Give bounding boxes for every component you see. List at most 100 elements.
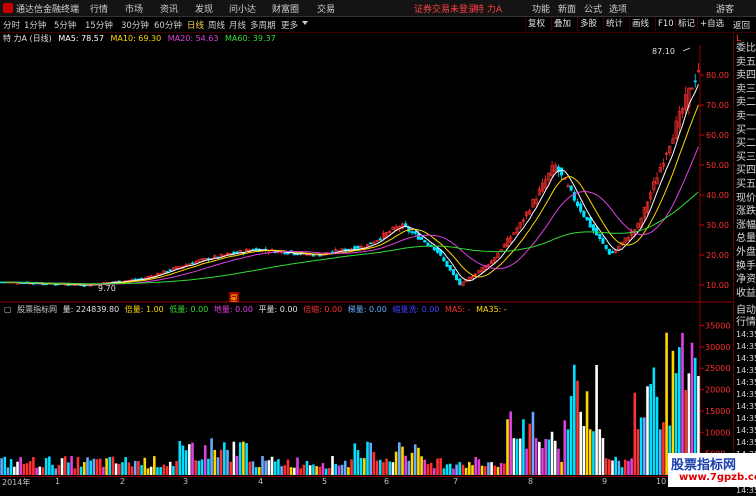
menu-quotes[interactable]: 行情 <box>90 2 108 15</box>
period-minute[interactable]: 分时 <box>3 19 20 31</box>
period-month[interactable]: 月线 <box>229 19 246 31</box>
volume-bar <box>445 464 449 475</box>
tool-adjust[interactable]: 复权 <box>525 17 545 31</box>
chevron-down-icon[interactable] <box>302 21 308 25</box>
volume-bar <box>582 426 586 475</box>
volume-bar <box>429 462 433 475</box>
volume-bar <box>6 467 10 475</box>
volume-bar <box>216 457 220 475</box>
quote-row-label: 现价 <box>736 192 756 204</box>
period-week[interactable]: 周线 <box>208 19 225 31</box>
volume-bar <box>592 431 595 475</box>
candle-body <box>448 265 452 271</box>
volume-bar <box>242 441 245 475</box>
volume-bar <box>146 468 150 475</box>
volume-bar <box>13 466 16 475</box>
volume-bar <box>89 460 92 475</box>
tool-mark[interactable]: 标记 <box>675 17 695 31</box>
volume-bar <box>207 458 210 475</box>
candle-body <box>455 274 459 281</box>
volume-bar <box>518 438 522 475</box>
time-label: 7 <box>453 477 459 486</box>
chart-tools: 复权 叠加 多股 统计 画线 F10 标记 +自选 <box>525 17 733 32</box>
volume-bars <box>0 332 700 475</box>
tool-add-favorite[interactable]: +自选 <box>697 17 724 31</box>
candle-body <box>591 224 595 231</box>
period-5min[interactable]: 5分钟 <box>54 19 76 31</box>
volume-bar <box>25 463 29 475</box>
period-day[interactable]: 日线 <box>187 19 204 31</box>
checkbox-icon[interactable]: ▢ <box>4 305 12 314</box>
volume-bar <box>506 419 509 475</box>
period-1min[interactable]: 1分钟 <box>24 19 46 31</box>
volume-bar <box>547 439 551 475</box>
period-60min[interactable]: 60分钟 <box>154 19 182 31</box>
volume-bar <box>296 457 299 475</box>
trade-status[interactable]: 证券交易未登录 <box>414 2 477 15</box>
vol-item-6: 梯量: 0.00 <box>347 305 387 314</box>
volume-bar <box>394 451 398 475</box>
period-multi[interactable]: 多周期 <box>250 19 276 31</box>
tool-back[interactable]: 返回 <box>733 19 750 31</box>
price-axis-label: 20.00 <box>706 251 729 260</box>
tool-multi-stock[interactable]: 多股 <box>577 17 597 31</box>
volume-axis-label: 35000 <box>705 322 730 331</box>
user-label[interactable]: 游客 <box>716 2 734 15</box>
menu-new-page[interactable]: 新面 <box>558 2 576 15</box>
volume-indicator-title[interactable]: 股票指标网 <box>17 305 57 314</box>
time-label: 9 <box>602 477 608 486</box>
auto-quote-label[interactable]: 行情 <box>736 317 756 328</box>
volume-bar <box>9 459 13 475</box>
volume-bar <box>114 463 118 475</box>
menu-ask[interactable]: 问小达 <box>229 2 256 15</box>
menu-discover[interactable]: 发现 <box>195 2 213 15</box>
volume-bar <box>611 460 614 475</box>
watermark-url: www.7gpzb.com <box>679 472 756 483</box>
tool-stats[interactable]: 统计 <box>603 17 623 31</box>
volume-bar <box>328 468 331 475</box>
menu-news[interactable]: 资讯 <box>160 2 178 15</box>
vol-item-4: 平量: 0.00 <box>258 305 298 314</box>
volume-bar <box>343 460 347 475</box>
volume-bar <box>124 457 127 475</box>
period-15min[interactable]: 15分钟 <box>85 19 113 31</box>
volume-axis-label: 25000 <box>705 364 730 373</box>
menu-market[interactable]: 市场 <box>125 2 143 15</box>
menu-formula[interactable]: 公式 <box>584 2 602 15</box>
volume-axis-label: 15000 <box>705 407 730 416</box>
volume-bar <box>156 467 159 475</box>
period-more[interactable]: 更多 <box>281 19 298 31</box>
volume-axis: 3500030000250002000015000100005000 <box>700 322 730 459</box>
volume-bar <box>302 464 306 475</box>
tool-overlay[interactable]: 叠加 <box>551 17 571 31</box>
tick-time: 14:35 <box>736 378 756 387</box>
ma5-label: MA5: 78.57 <box>58 34 104 43</box>
volume-bar <box>372 451 376 475</box>
volume-bar <box>137 461 140 475</box>
auto-quote-label[interactable]: 自动 <box>736 305 756 316</box>
tick-time: 14:35 <box>736 354 756 363</box>
volume-bar <box>270 456 274 475</box>
kline-chart[interactable]: 80.00 70.00 60.00 50.00 40.00 30.00 20.00 10.00… <box>0 45 733 476</box>
volume-bar <box>617 460 621 475</box>
menu-function[interactable]: 功能 <box>532 2 550 15</box>
ma-legend: 特 力A (日线) MA5: 78.57 MA10: 69.30 MA20: 5… <box>0 33 280 45</box>
candle-body <box>588 217 592 228</box>
volume-bar <box>0 458 3 475</box>
menu-trade[interactable]: 交易 <box>317 2 335 15</box>
volume-bar <box>560 461 563 475</box>
volume-bar <box>41 467 45 475</box>
period-30min[interactable]: 30分钟 <box>121 19 149 31</box>
volume-bar <box>630 458 633 475</box>
volume-bar <box>636 429 640 475</box>
quote-row-label: 买三 <box>736 151 756 163</box>
ma60-line <box>1 191 699 285</box>
menu-options[interactable]: 选项 <box>609 2 627 15</box>
candle-body <box>458 278 462 286</box>
candle-body <box>579 203 583 212</box>
tool-f10[interactable]: F10 <box>655 17 674 31</box>
tool-draw[interactable]: 画线 <box>629 17 649 31</box>
menu-fortune[interactable]: 财富圈 <box>272 2 299 15</box>
volume-bar <box>54 468 57 475</box>
candle-body <box>451 269 455 276</box>
